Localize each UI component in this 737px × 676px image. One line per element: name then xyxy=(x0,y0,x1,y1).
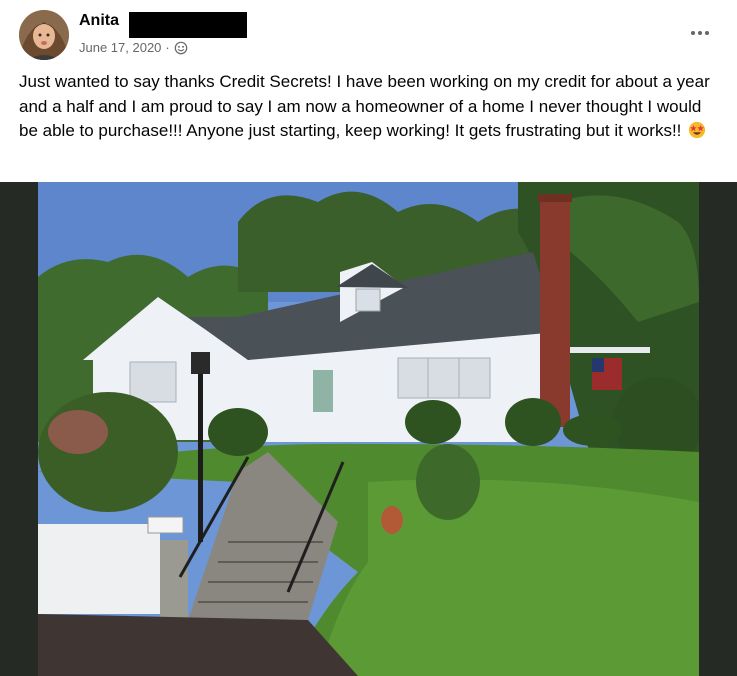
post-body: Just wanted to say thanks Credit Secrets… xyxy=(19,70,719,144)
more-dot xyxy=(691,31,695,35)
post-text: Just wanted to say thanks Credit Secrets… xyxy=(19,72,710,140)
author-name[interactable]: Anita xyxy=(79,12,119,30)
star-struck-emoji xyxy=(689,121,706,139)
house-photo[interactable] xyxy=(38,182,699,676)
redaction-bar xyxy=(129,12,247,38)
more-dot xyxy=(705,31,709,35)
avatar-image xyxy=(19,10,69,60)
meta-separator: · xyxy=(165,40,170,55)
more-options-icon[interactable] xyxy=(685,20,715,46)
globe-icon[interactable] xyxy=(174,41,188,55)
more-dot xyxy=(698,31,702,35)
house-photo-illustration xyxy=(38,182,699,676)
post-header: Anita June 17, 2020 · xyxy=(0,0,737,66)
post-meta: June 17, 2020 · xyxy=(79,40,188,55)
post-date[interactable]: June 17, 2020 xyxy=(79,40,161,55)
avatar[interactable] xyxy=(19,10,69,60)
post-media[interactable] xyxy=(0,182,737,676)
